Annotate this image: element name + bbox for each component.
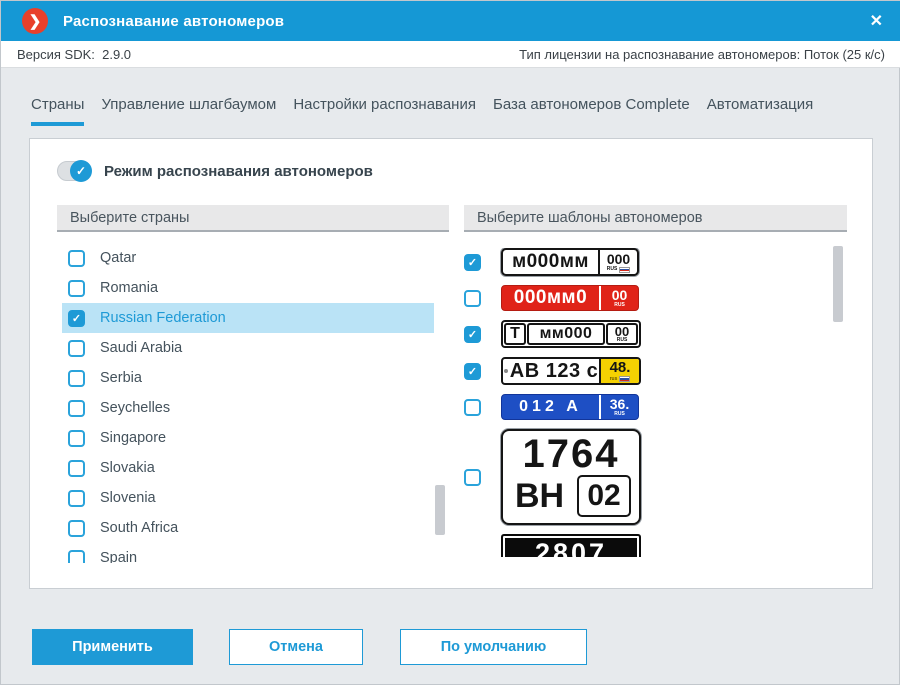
cancel-button[interactable]: Отмена	[229, 629, 363, 665]
recognition-mode-label: Режим распознавания автономеров	[104, 163, 373, 180]
tab-recognition-settings[interactable]: Настройки распознавания	[293, 96, 476, 126]
plate-checkbox[interactable]: ✓	[464, 363, 481, 380]
country-label: Spain	[100, 550, 137, 563]
defaults-button[interactable]: По умолчанию	[400, 629, 587, 665]
plate-template-row[interactable]: 2807	[464, 534, 833, 557]
sdk-version-value: 2.9.0	[102, 47, 131, 62]
countries-list: ✓ Qatar ✓ Romania ✓ Russian Federation ✓ Sau…	[62, 243, 434, 563]
russia-flag-icon	[619, 267, 630, 273]
country-checkbox[interactable]: ✓	[68, 340, 85, 357]
apply-button[interactable]: Применить	[32, 629, 193, 665]
country-checkbox[interactable]: ✓	[68, 280, 85, 297]
plate-image-ru-black: 2807	[501, 534, 641, 557]
countries-panel-header: Выберите страны	[57, 205, 449, 232]
plate-checkbox[interactable]: ✓	[464, 326, 481, 343]
plate-checkbox[interactable]: ✓	[464, 290, 481, 307]
info-bar: Версия SDK: 2.9.0 Тип лицензии на распоз…	[1, 41, 900, 68]
plate-checkbox[interactable]: ✓	[464, 469, 481, 486]
plate-template-row[interactable]: ✓ 000мм0 00 RUS	[464, 285, 833, 311]
tab-bar: Страны Управление шлагбаумом Настройки р…	[31, 96, 813, 126]
country-checkbox[interactable]: ✓	[68, 520, 85, 537]
close-icon[interactable]: ✕	[870, 1, 883, 41]
plate-template-row[interactable]: ✓ АВ 123 с 48. rus	[464, 357, 833, 385]
tab-countries[interactable]: Страны	[31, 96, 84, 126]
plate-image-ru-red: 000мм0 00 RUS	[501, 285, 639, 311]
country-checkbox[interactable]: ✓	[68, 460, 85, 477]
country-row[interactable]: ✓ Singapore	[62, 423, 434, 453]
settings-card: ✓ Режим распознавания автономеров Выбери…	[29, 138, 873, 589]
country-row[interactable]: ✓ Seychelles	[62, 393, 434, 423]
plate-template-row[interactable]: ✓ м000мм 000 RUS	[464, 248, 833, 276]
country-label: Singapore	[100, 430, 166, 446]
country-label: South Africa	[100, 520, 178, 536]
country-label: Slovenia	[100, 490, 156, 506]
country-checkbox[interactable]: ✓	[68, 430, 85, 447]
country-checkbox[interactable]: ✓	[68, 490, 85, 507]
country-label: Romania	[100, 280, 158, 296]
chevron-right-icon: ❯	[29, 12, 42, 30]
country-row[interactable]: ✓ Slovakia	[62, 453, 434, 483]
russia-flag-icon	[619, 376, 630, 382]
anpr-settings-window: ❯ Распознавание автономеров ✕ Версия SDK…	[0, 0, 900, 685]
sdk-version-label: Версия SDK:	[17, 47, 95, 62]
plates-scrollbar-thumb[interactable]	[833, 246, 843, 322]
plate-templates-list: ✓ м000мм 000 RUS ✓ 000мм0 00	[464, 248, 833, 563]
country-checkbox[interactable]: ✓	[68, 250, 85, 267]
plate-template-row[interactable]: ✓ 1764 ВН02	[464, 429, 833, 525]
plate-checkbox[interactable]: ✓	[464, 254, 481, 271]
country-label: Saudi Arabia	[100, 340, 182, 356]
country-row[interactable]: ✓ Serbia	[62, 363, 434, 393]
country-row[interactable]: ✓ Slovenia	[62, 483, 434, 513]
country-label: Russian Federation	[100, 310, 226, 326]
plates-panel-header: Выберите шаблоны автономеров	[464, 205, 847, 232]
plate-image-ru-standard: м000мм 000 RUS	[501, 248, 639, 276]
titlebar: ❯ Распознавание автономеров ✕	[1, 1, 900, 41]
country-row[interactable]: ✓ Romania	[62, 273, 434, 303]
country-label: Seychelles	[100, 400, 170, 416]
window-title: Распознавание автономеров	[63, 13, 284, 30]
countries-scrollbar-thumb[interactable]	[435, 485, 445, 535]
plate-image-ru-blue: 012 А 36. RUS	[501, 394, 639, 420]
country-row[interactable]: ✓ South Africa	[62, 513, 434, 543]
country-checkbox[interactable]: ✓	[68, 310, 85, 327]
tab-barrier-control[interactable]: Управление шлагбаумом	[101, 96, 276, 126]
country-checkbox[interactable]: ✓	[68, 550, 85, 564]
plate-template-row[interactable]: ✓ Т мм000 00RUS	[464, 320, 833, 348]
country-checkbox[interactable]: ✓	[68, 400, 85, 417]
country-label: Slovakia	[100, 460, 155, 476]
country-row[interactable]: ✓ Russian Federation	[62, 303, 434, 333]
sdk-version: Версия SDK: 2.9.0	[17, 47, 131, 62]
license-type-label: Тип лицензии на распознавание автономеро…	[519, 47, 885, 62]
plate-template-row[interactable]: ✓ 012 А 36. RUS	[464, 394, 833, 420]
recognition-mode-toggle[interactable]: ✓	[57, 161, 91, 181]
country-row[interactable]: ✓ Qatar	[62, 243, 434, 273]
country-row[interactable]: ✓ Saudi Arabia	[62, 333, 434, 363]
recognition-mode-row: ✓ Режим распознавания автономеров	[57, 161, 373, 181]
plate-image-ru-yellow-region: АВ 123 с 48. rus	[501, 357, 641, 385]
plate-checkbox[interactable]: ✓	[464, 399, 481, 416]
country-checkbox[interactable]: ✓	[68, 370, 85, 387]
toggle-knob-check-icon: ✓	[70, 160, 92, 182]
tab-plate-database-complete[interactable]: База автономеров Complete	[493, 96, 690, 126]
plate-image-ru-transit: Т мм000 00RUS	[501, 320, 641, 348]
country-row[interactable]: ✓ Spain	[62, 543, 434, 563]
plate-image-ru-two-line: 1764 ВН02	[501, 429, 641, 525]
app-logo-icon: ❯	[22, 8, 48, 34]
country-label: Qatar	[100, 250, 136, 266]
country-label: Serbia	[100, 370, 142, 386]
tab-automation[interactable]: Автоматизация	[707, 96, 814, 126]
